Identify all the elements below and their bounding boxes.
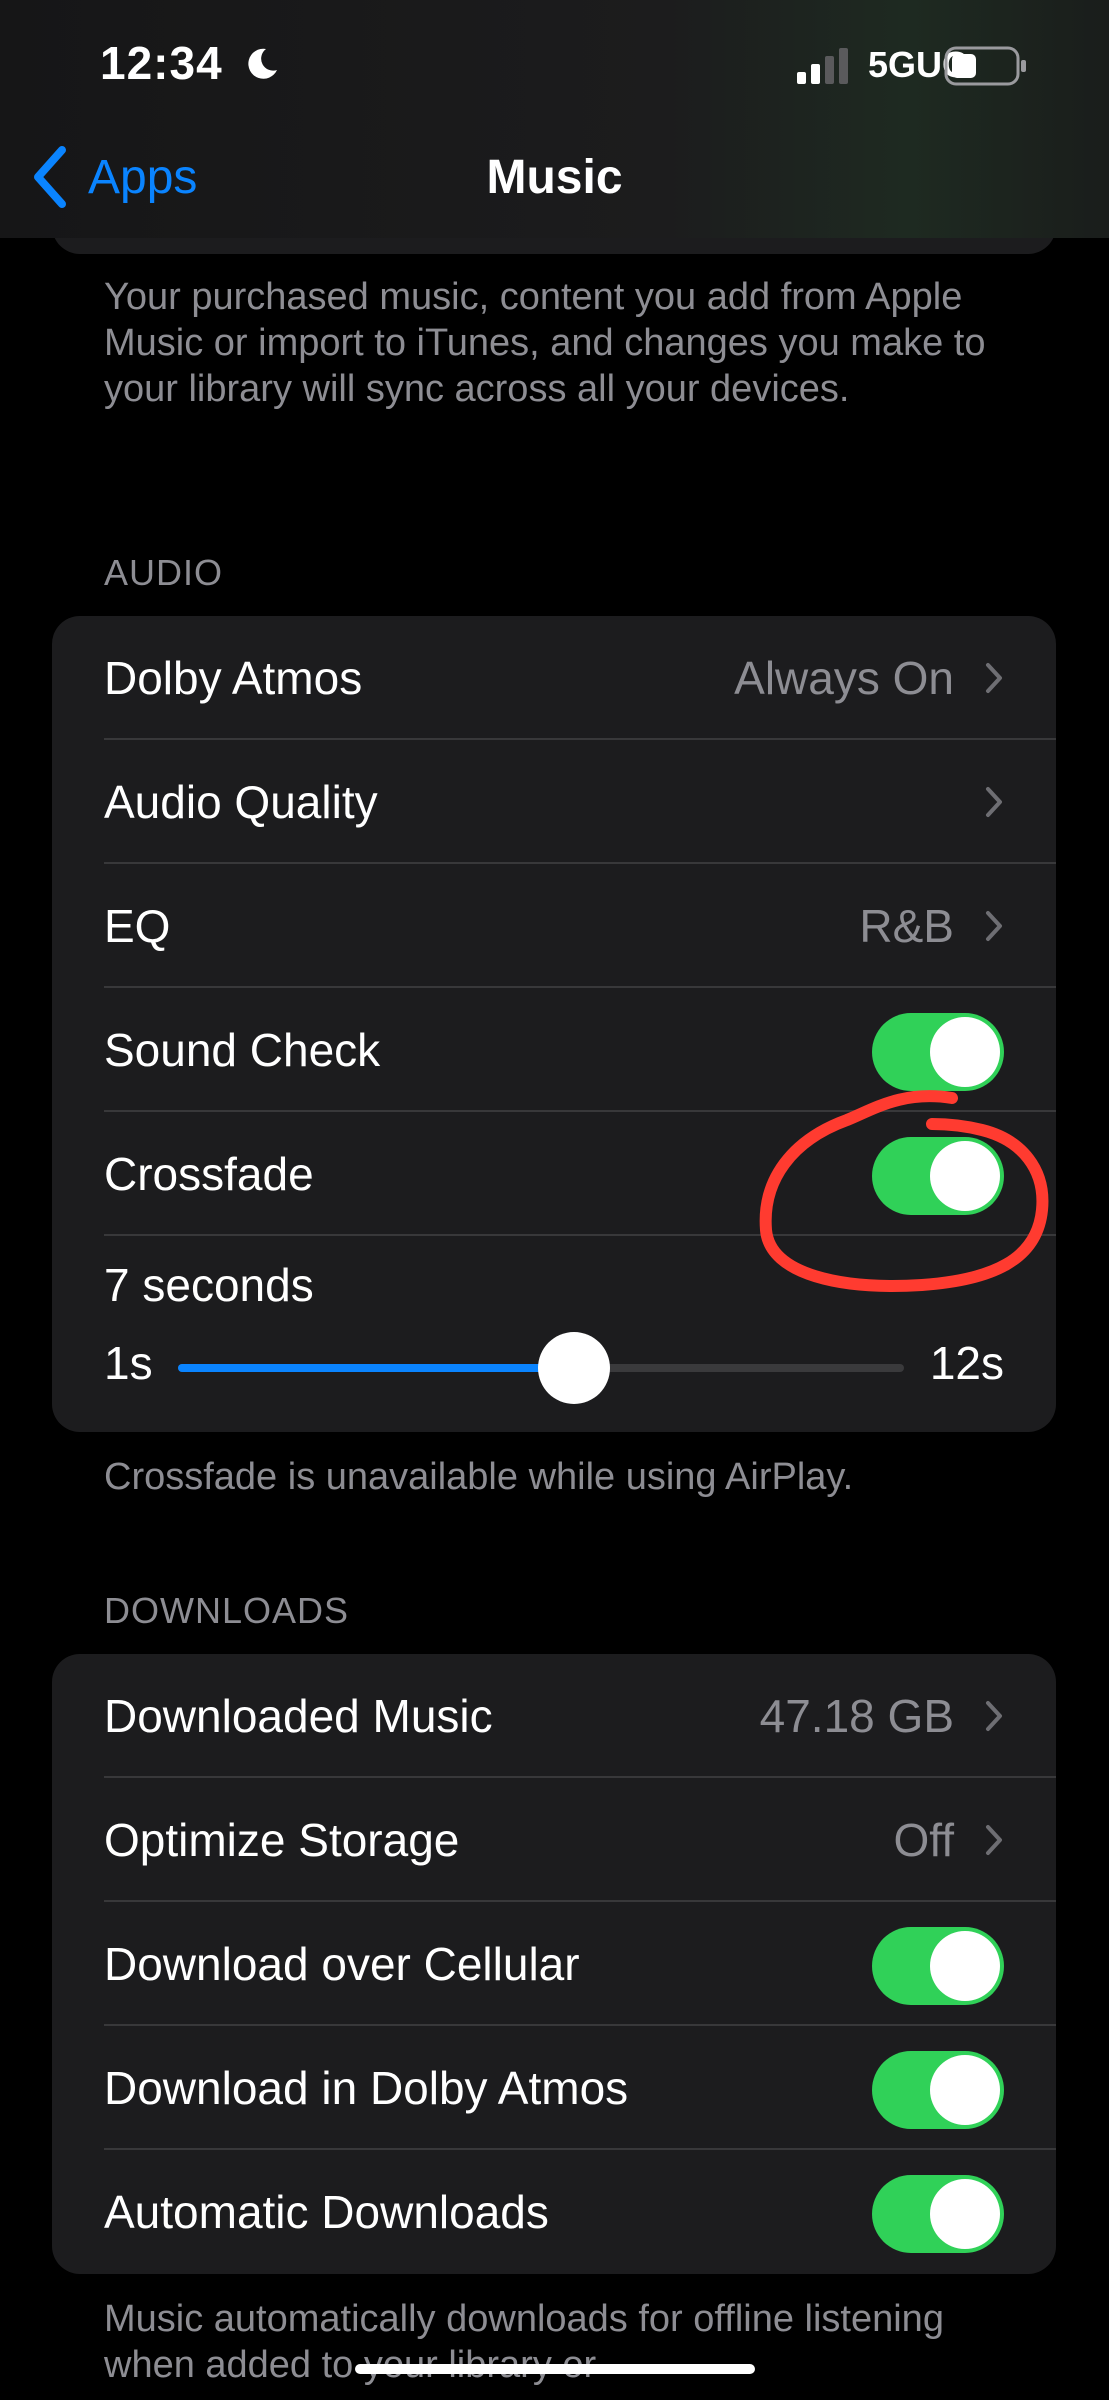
row-value: R&B xyxy=(859,900,954,952)
row-label: Sound Check xyxy=(104,1024,381,1076)
row-value: Off xyxy=(893,1814,954,1866)
row-label: EQ xyxy=(104,900,171,952)
row-label: Automatic Downloads xyxy=(104,2186,549,2238)
row-label: Dolby Atmos xyxy=(104,652,363,704)
audio-settings-group: Dolby Atmos Always On Audio Quality EQ R… xyxy=(52,616,1056,1432)
row-label: Download in Dolby Atmos xyxy=(104,2062,629,2114)
chevron-right-icon xyxy=(986,1701,1002,1731)
slider-min-label: 1s xyxy=(104,1337,153,1389)
chevron-right-icon xyxy=(986,663,1002,693)
row-label: Downloaded Music xyxy=(104,1690,493,1742)
slider-fill xyxy=(178,1364,574,1372)
downloads-footnote: Music automatically downloads for offlin… xyxy=(104,2298,944,2386)
downloads-section-header: DOWNLOADS xyxy=(104,1590,350,1631)
row-value: Always On xyxy=(734,652,954,704)
slider-thumb[interactable] xyxy=(538,1332,610,1404)
slider-max-label: 12s xyxy=(929,1337,1004,1389)
toggle-knob xyxy=(930,2055,1000,2125)
crossfade-slider[interactable] xyxy=(178,1332,904,1404)
download-dolby-atmos-toggle[interactable] xyxy=(872,2051,1004,2129)
downloads-settings-group: Downloaded Music 47.18 GB Optimize Stora… xyxy=(52,1654,1056,2274)
download-over-cellular-toggle[interactable] xyxy=(872,1927,1004,2005)
sync-footnote: Your purchased music, content you add fr… xyxy=(104,276,986,410)
home-indicator[interactable] xyxy=(355,2364,755,2374)
audio-quality-row[interactable]: Audio Quality xyxy=(52,740,1056,864)
page-title: Music xyxy=(486,151,623,204)
optimize-storage-row[interactable]: Optimize Storage Off xyxy=(52,1778,1056,1902)
eq-row[interactable]: EQ R&B xyxy=(52,864,1056,988)
cellular-signal-icon xyxy=(797,48,848,84)
toggle-knob xyxy=(930,1017,1000,1087)
battery-icon xyxy=(944,46,1026,86)
download-over-cellular-row: Download over Cellular xyxy=(52,1902,1056,2026)
toggle-knob xyxy=(930,1931,1000,2001)
row-label: Optimize Storage xyxy=(104,1814,460,1866)
downloaded-music-row[interactable]: Downloaded Music 47.18 GB xyxy=(52,1654,1056,1778)
automatic-downloads-row: Automatic Downloads xyxy=(52,2150,1056,2274)
status-time: 12:34 xyxy=(100,37,223,89)
crossfade-duration-value: 7 seconds xyxy=(104,1259,314,1311)
dolby-atmos-row[interactable]: Dolby Atmos Always On xyxy=(52,616,1056,740)
automatic-downloads-toggle[interactable] xyxy=(872,2175,1004,2253)
row-label: Crossfade xyxy=(104,1148,314,1200)
chevron-right-icon xyxy=(986,911,1002,941)
audio-section-header: AUDIO xyxy=(104,552,224,593)
row-value: 47.18 GB xyxy=(759,1690,954,1742)
chevron-right-icon xyxy=(986,1825,1002,1855)
crossfade-footnote: Crossfade is unavailable while using Air… xyxy=(104,1456,854,1498)
moon-icon xyxy=(248,48,277,79)
row-label: Download over Cellular xyxy=(104,1938,580,1990)
chevron-right-icon xyxy=(986,787,1002,817)
row-label: Audio Quality xyxy=(104,776,378,828)
toggle-knob xyxy=(930,2179,1000,2249)
red-circle-annotation xyxy=(759,1090,1049,1292)
top-bar: 12:34 5GUC Apps Music xyxy=(0,0,1109,238)
sound-check-toggle[interactable] xyxy=(872,1013,1004,1091)
download-dolby-atmos-row: Download in Dolby Atmos xyxy=(52,2026,1056,2150)
